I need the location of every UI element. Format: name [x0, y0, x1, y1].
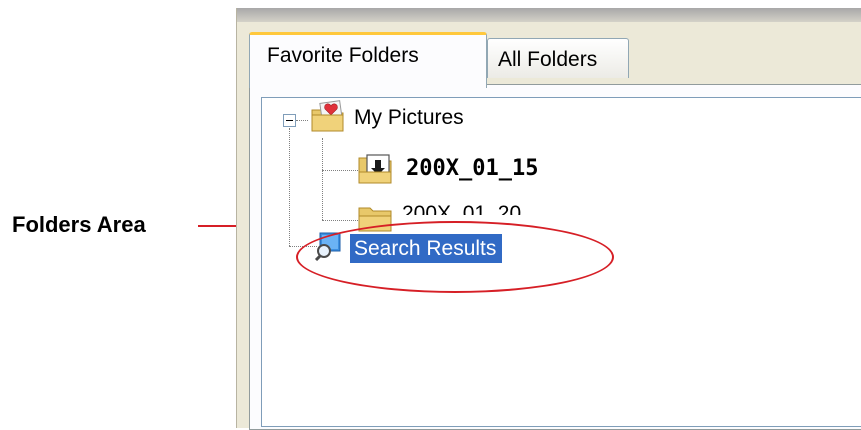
folders-window: All Folders Favorite Folders My Pictures…: [236, 8, 861, 430]
tab-all-folders-label: All Folders: [498, 48, 598, 71]
tree-line: [289, 128, 290, 246]
collapse-toggle[interactable]: [283, 114, 296, 127]
tree-line: [322, 170, 358, 171]
tree-node-label: 200X_01_15: [406, 156, 539, 181]
tree-node-200x-01-15[interactable]: 200X_01_15: [406, 158, 538, 180]
window-top-strip: [237, 8, 861, 22]
highlight-ellipse: [296, 221, 614, 293]
my-pictures-folder-icon: [310, 100, 348, 139]
tab-favorite-folders[interactable]: Favorite Folders: [249, 32, 487, 88]
download-folder-icon: [358, 152, 394, 191]
tree-line: [322, 138, 323, 220]
tab-favorite-folders-label: Favorite Folders: [267, 44, 419, 67]
tree-node-my-pictures[interactable]: My Pictures: [354, 107, 464, 128]
tab-all-folders[interactable]: All Folders: [487, 38, 629, 78]
tree-line: [322, 220, 358, 221]
tree-node-label: My Pictures: [354, 106, 464, 129]
callout-label: Folders Area: [12, 212, 146, 237]
tree-line: [296, 120, 308, 121]
